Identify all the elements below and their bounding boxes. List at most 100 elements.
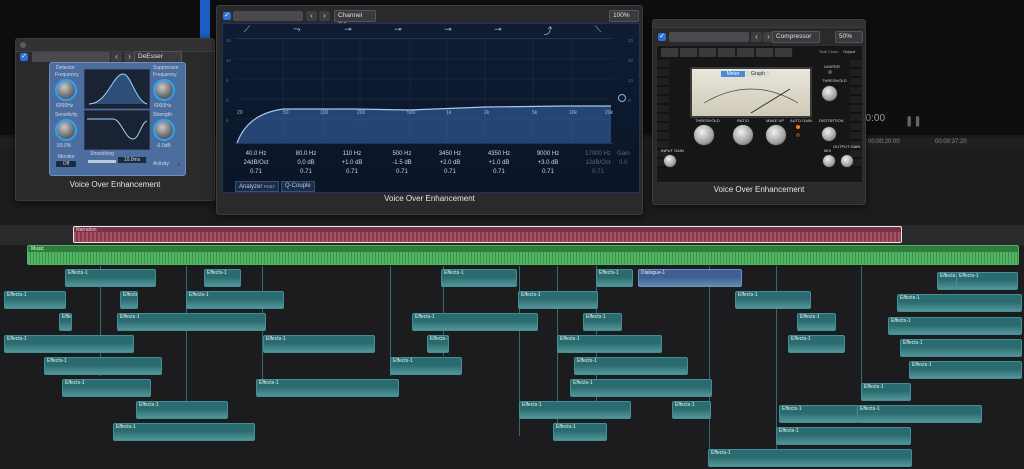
makeup-knob[interactable] (765, 124, 787, 146)
effect-clip[interactable]: Effects-1 (956, 272, 1018, 290)
effect-clip[interactable]: Effects-1 (797, 313, 836, 331)
effect-clip[interactable]: Effects-1 (735, 291, 811, 309)
output-gain-knob[interactable] (840, 154, 854, 168)
effect-clip[interactable]: Effects-1 (113, 423, 255, 441)
effect-clip[interactable]: Effects-1 (390, 357, 462, 375)
preset-menu[interactable] (32, 52, 110, 62)
band-4[interactable]: 500 Hz -1.5 dB 0.71 (377, 150, 427, 177)
music-clip[interactable]: Music (27, 245, 1019, 265)
effect-clip[interactable]: Effects-1 (136, 401, 228, 419)
output-label[interactable]: Output (843, 49, 855, 54)
eq-zoom-selector[interactable]: 100% (609, 10, 639, 22)
effect-clip[interactable]: Effects-1 (909, 361, 1022, 379)
input-gain-knob[interactable] (663, 154, 677, 168)
bypass-checkbox[interactable]: ✓ (20, 53, 28, 61)
eq-next-preset-button[interactable]: › (319, 11, 330, 21)
effect-clip[interactable]: Effects-1 (518, 291, 598, 309)
eq-prev-preset-button[interactable]: ‹ (306, 11, 317, 21)
mix-knob[interactable] (822, 154, 836, 168)
strength-knob[interactable] (153, 119, 175, 141)
comp-prev-preset-button[interactable]: ‹ (751, 32, 762, 42)
detector-frequency-knob[interactable] (55, 79, 77, 101)
bell-icon[interactable]: ⊸ (488, 24, 508, 38)
autogain-led[interactable] (796, 133, 800, 137)
autogain-led[interactable] (796, 125, 800, 129)
effect-clip[interactable]: Effects-1 (263, 335, 375, 353)
bell-icon[interactable]: ⊸ (338, 24, 358, 38)
effect-clip[interactable]: Effects-1 (427, 335, 449, 353)
threshold-knob[interactable] (693, 124, 715, 146)
gain-handle[interactable] (618, 94, 626, 102)
effect-clip[interactable]: Effects-1 (117, 313, 266, 331)
effect-clip[interactable]: Effects-1 (204, 269, 241, 287)
comp-plugin-selector[interactable]: Compressor (772, 31, 820, 43)
effect-clip[interactable]: Effects-1 (256, 379, 399, 397)
effect-clip[interactable]: Effects-1 (888, 317, 1022, 335)
distortion-knob[interactable] (821, 126, 837, 142)
monitor-toggle[interactable]: Off (56, 161, 76, 167)
effect-clip[interactable]: Effects-1 (186, 291, 284, 309)
band-2[interactable]: 80.0 Hz 0.0 dB 0.71 (281, 150, 331, 177)
compressor-titlebar[interactable] (653, 20, 865, 28)
gain-readout[interactable]: Gain 0.0 (617, 150, 630, 168)
eq-graph[interactable] (235, 38, 613, 144)
lowpass-icon[interactable]: ⟍ (588, 24, 608, 38)
ratio-knob[interactable] (732, 124, 754, 146)
comp-preset-menu[interactable] (669, 32, 749, 42)
prev-preset-button[interactable]: ‹ (111, 52, 122, 62)
eq-display[interactable]: ⟋ ⤳ ⊸ ⊸ ⊸ ⊸ ⤴ ⟍ 15 10 5 0 5 30 20 10 0 2… (222, 23, 640, 193)
effect-clip[interactable]: Effects-1 (574, 357, 688, 375)
effect-clip[interactable]: Effects-1 (62, 379, 151, 397)
effect-clip[interactable]: Effects-1 (59, 313, 72, 331)
effect-clip[interactable]: Effects-1 (779, 405, 858, 423)
effect-clip[interactable]: Effects-1 (788, 335, 845, 353)
effect-clip[interactable]: Effects-1 (557, 335, 662, 353)
band-7[interactable]: 9000 Hz +3.0 dB 0.71 (523, 150, 573, 177)
effect-clip[interactable]: Effects-1 (857, 405, 982, 423)
effect-clip[interactable]: Effects-1 (519, 401, 631, 419)
eq-bypass-checkbox[interactable]: ✓ (223, 12, 231, 20)
band-1[interactable]: 40.0 Hz 24dB/Oct 0.71 (231, 150, 281, 177)
effect-clip[interactable]: Effects-1 (596, 269, 633, 287)
effect-clip[interactable]: Effects-1 (672, 401, 711, 419)
band-5[interactable]: 3450 Hz +2.0 dB 0.71 (425, 150, 475, 177)
effect-clip[interactable]: Effects-1 (583, 313, 622, 331)
compressor-window[interactable]: ✓ ‹ › Compressor 50% Side Chain Output M… (652, 19, 866, 205)
suppressor-frequency-knob[interactable] (153, 79, 175, 101)
effect-clip[interactable]: Effects-1 (44, 357, 162, 375)
deesser-titlebar[interactable] (16, 39, 214, 52)
deesser-window[interactable]: ✓ ‹ › DeEsser Detector Suppressor Freque… (15, 38, 215, 201)
effect-clip[interactable]: Effects-1 (441, 269, 517, 287)
band-6[interactable]: 4350 Hz +1.0 dB 0.71 (474, 150, 524, 177)
bell-icon[interactable]: ⊸ (388, 24, 408, 38)
effect-clip[interactable]: Effects-1 (897, 294, 1022, 312)
limiter-led[interactable] (828, 70, 832, 74)
effect-clip[interactable]: Effects-1 (553, 423, 607, 441)
smoothing-slider[interactable] (88, 160, 116, 163)
q-couple-button[interactable]: Q-Couple (281, 181, 315, 192)
effect-clip[interactable]: Effects-1 (4, 335, 134, 353)
band-3[interactable]: 110 Hz +1.0 dB 0.71 (327, 150, 377, 177)
effect-clip[interactable]: Effects-1 (120, 291, 138, 309)
effect-clip[interactable]: Effects-1 (4, 291, 66, 309)
effect-clip[interactable]: Effects-1 (861, 383, 911, 401)
effect-clip[interactable]: Effects-1 (412, 313, 538, 331)
effect-clip[interactable]: Effects-1 (570, 379, 712, 397)
close-button[interactable] (20, 42, 26, 48)
lowshelf-icon[interactable]: ⤳ (287, 24, 307, 38)
highshelf-icon[interactable]: ⤴ (538, 24, 558, 38)
smoothing-value[interactable]: 10.0ms (118, 157, 146, 163)
comp-bypass-checkbox[interactable]: ✓ (658, 33, 666, 41)
effect-clip[interactable]: Effects-1 (900, 339, 1022, 357)
effect-clip[interactable]: Effects-1 (776, 427, 911, 445)
comp-zoom-selector[interactable]: 50% (835, 31, 863, 43)
analyzer-button[interactable]: Analyzer POST (235, 181, 279, 192)
highpass-icon[interactable]: ⟋ (237, 24, 257, 38)
eq-plugin-selector[interactable]: Channel EQ (334, 10, 376, 29)
channel-eq-window[interactable]: ✓ ‹ › Channel EQ 100% ⟋ ⤳ ⊸ ⊸ ⊸ ⊸ ⤴ ⟍ (216, 5, 643, 215)
side-chain-label[interactable]: Side Chain (819, 49, 839, 54)
sensitivity-knob[interactable] (55, 119, 77, 141)
limiter-threshold-knob[interactable] (821, 85, 838, 102)
eq-preset-menu[interactable] (233, 11, 303, 21)
dialogue-clip[interactable]: Dialogue-1 (638, 269, 742, 287)
